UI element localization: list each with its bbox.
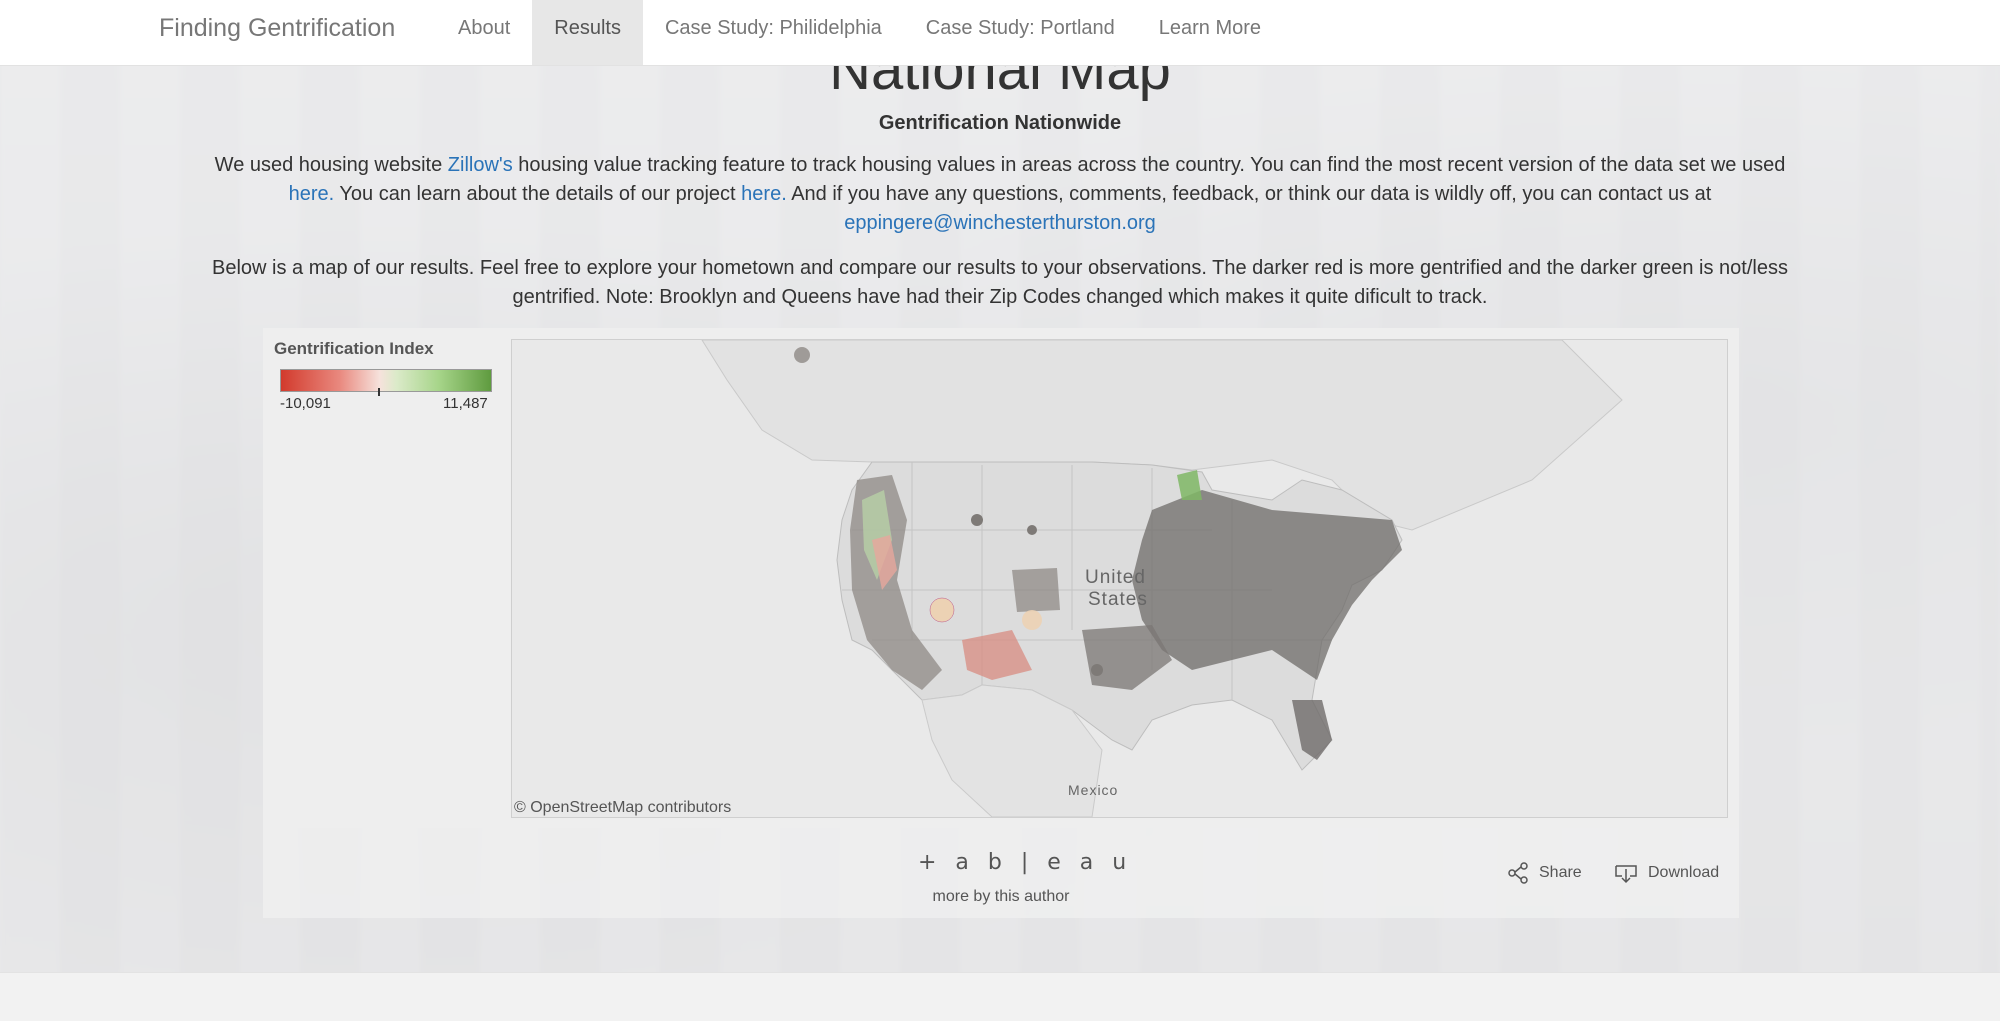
download-label: Download [1648, 864, 1720, 881]
map-label-mexico: Mexico [1068, 782, 1118, 798]
zip-cluster-blob [794, 347, 810, 363]
intro-text-4: And if you have any questions, comments,… [786, 183, 1712, 205]
intro-paragraph: We used housing website Zillow's housing… [170, 151, 1830, 238]
share-label: Share [1539, 864, 1582, 881]
page-subtitle: Gentrification Nationwide [878, 112, 1122, 134]
zip-cluster-blob [1091, 664, 1103, 676]
map-label-united-states: States [1088, 589, 1148, 610]
zip-cluster-blob [971, 514, 983, 526]
gentrification-map[interactable]: United States Mexico © OpenStreetMap con… [511, 339, 1728, 818]
legend-color-scale[interactable] [280, 369, 492, 392]
map-description: Below is a map of our results. Feel free… [212, 257, 1788, 308]
zip-cluster-blob [929, 597, 955, 623]
share-button[interactable]: Share [1507, 862, 1582, 884]
tableau-logo[interactable]: + a b | e a u [918, 850, 1132, 875]
navbar: Finding Gentrification About Results Cas… [0, 0, 2000, 66]
zip-cluster-blob [1027, 525, 1037, 535]
download-icon [1615, 865, 1637, 884]
map-svg: United States Mexico [701, 340, 1623, 817]
nav-item-learn-more[interactable]: Learn More [1137, 0, 1283, 65]
legend-midpoint-marker [378, 388, 380, 396]
tableau-viz: Gentrification Index -10,091 11,487 Unit… [263, 328, 1739, 828]
map-label-united-states: United [1085, 567, 1146, 588]
share-icon [1508, 862, 1528, 884]
project-details-link[interactable]: here. [741, 183, 787, 205]
download-button[interactable]: Download [1614, 862, 1719, 884]
dataset-link[interactable]: here. [289, 183, 335, 205]
legend-title: Gentrification Index [274, 339, 434, 358]
email-link[interactable]: eppingere@winchesterthurston.org [844, 212, 1156, 234]
osm-attribution[interactable]: © OpenStreetMap contributors [514, 799, 731, 817]
brand-link[interactable]: Finding Gentrification [159, 13, 395, 43]
tableau-logo-text: + a b | e a u [918, 850, 1133, 875]
nav-item-case-study-philidelphia[interactable]: Case Study: Philidelphia [643, 0, 904, 65]
intro-text-3: You can learn about the details of our p… [334, 183, 742, 205]
nav-item-case-study-portland[interactable]: Case Study: Portland [904, 0, 1137, 65]
nav-item-about[interactable]: About [436, 0, 532, 65]
intro-text-2: housing value tracking feature to track … [512, 154, 1786, 176]
legend-max-value: 11,487 [443, 395, 488, 412]
zip-cluster-colorado [1012, 568, 1060, 612]
nav-menu: About Results Case Study: Philidelphia C… [436, 0, 1283, 65]
nav-item-results[interactable]: Results [532, 0, 643, 65]
footer [0, 972, 2000, 1021]
zip-cluster-blob [1022, 610, 1042, 630]
zillow-link[interactable]: Zillow's [448, 154, 513, 176]
legend-min-value: -10,091 [280, 395, 331, 412]
more-by-author-link[interactable]: more by this author [263, 888, 1739, 906]
tableau-toolbar: + a b | e a u more by this author Share … [263, 828, 1739, 918]
intro-text-1: We used housing website [214, 154, 448, 176]
